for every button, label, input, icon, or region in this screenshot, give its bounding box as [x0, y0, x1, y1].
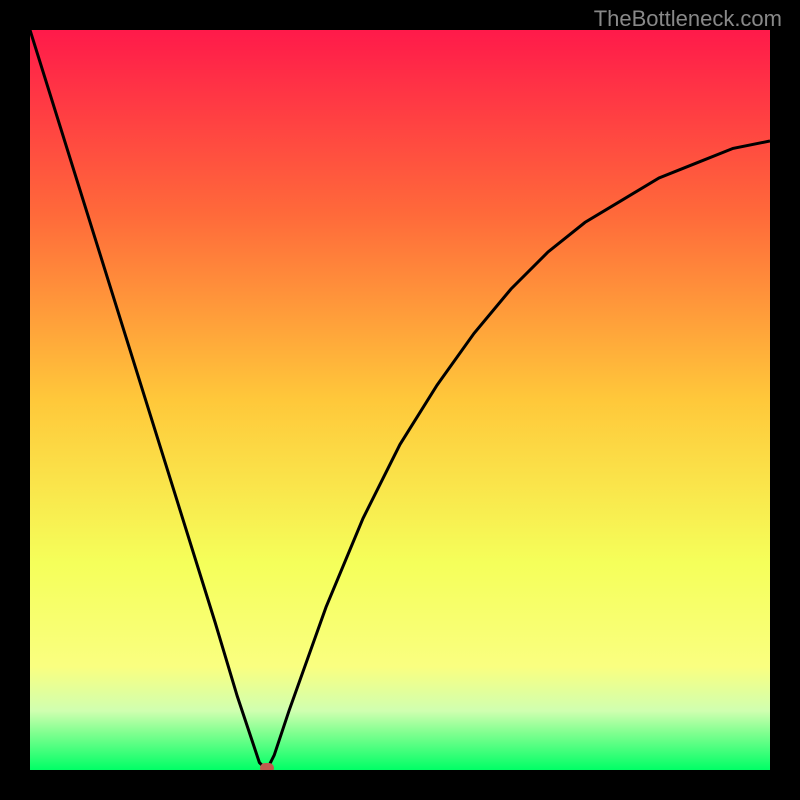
plot-area: [30, 30, 770, 770]
minimum-marker: [260, 763, 274, 770]
watermark-text: TheBottleneck.com: [594, 6, 782, 32]
bottleneck-curve: [30, 30, 770, 770]
